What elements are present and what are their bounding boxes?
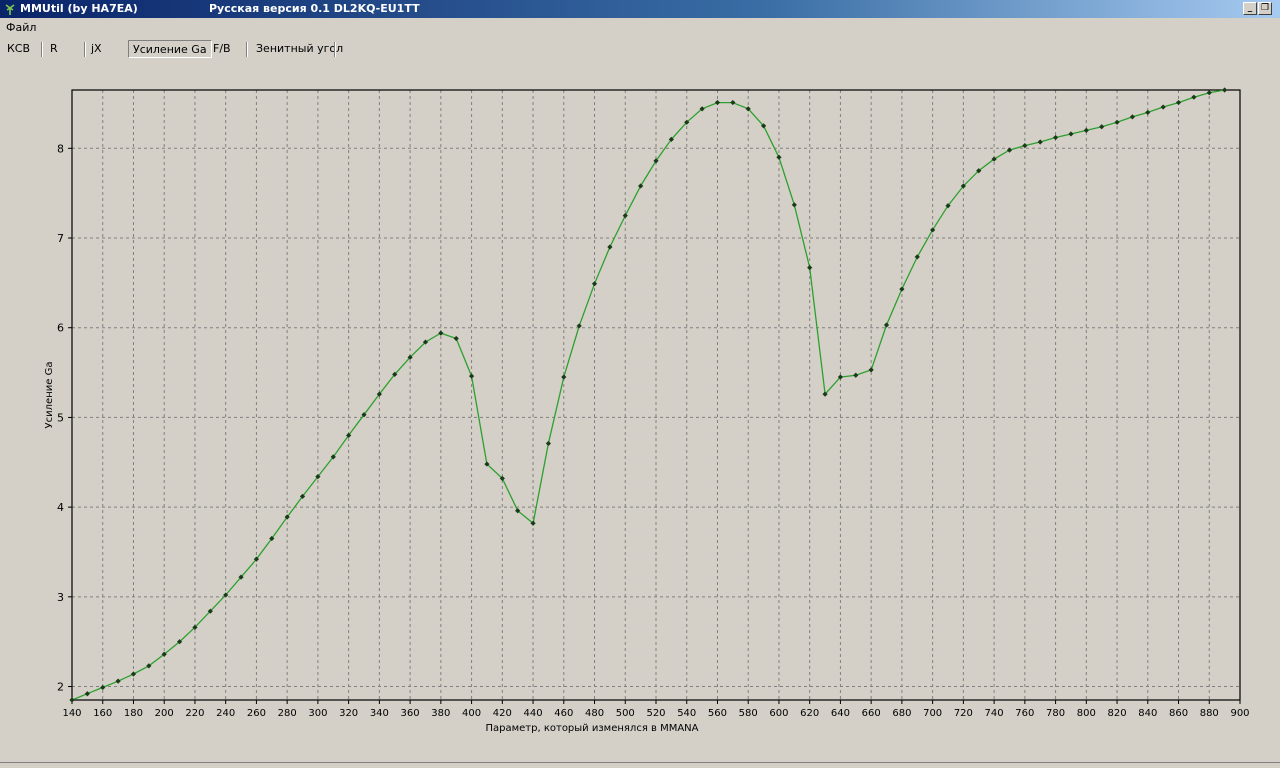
x-tick-label: 340 — [370, 708, 389, 719]
title-bar[interactable]: MMUtil (by HA7EA) Русская версия 0.1 DL2… — [0, 0, 1280, 18]
y-tick-label: 6 — [57, 322, 64, 335]
window-subtitle: Русская версия 0.1 DL2KQ-EU1TT — [209, 2, 420, 15]
x-tick-label: 560 — [708, 708, 727, 719]
x-tick-label: 900 — [1230, 708, 1249, 719]
x-tick-label: 160 — [93, 708, 112, 719]
y-tick-label: 8 — [57, 142, 64, 155]
x-tick-label: 500 — [616, 708, 635, 719]
tab-bar: КСВ R jX Усиление Ga F/B Зенитный угол — [0, 38, 1280, 60]
x-tick-label: 740 — [985, 708, 1004, 719]
tab-r[interactable]: R — [50, 40, 58, 58]
x-tick-label: 320 — [339, 708, 358, 719]
x-tick-label: 800 — [1077, 708, 1096, 719]
x-tick-label: 600 — [769, 708, 788, 719]
x-tick-label: 860 — [1169, 708, 1188, 719]
x-tick-label: 180 — [124, 708, 143, 719]
gain-chart[interactable]: 140 160 180 200 220 240 260 280 300 320 340 360 380 4… — [0, 60, 1280, 760]
x-tick-label: 460 — [554, 708, 573, 719]
x-tick-label: 380 — [431, 708, 450, 719]
menu-bar: Файл — [0, 19, 1280, 35]
x-tick-label: 140 — [62, 708, 81, 719]
y-tick-label: 2 — [57, 681, 64, 694]
x-tick-label: 620 — [800, 708, 819, 719]
x-tick-label: 220 — [185, 708, 204, 719]
y-axis-label: Усиление Ga — [44, 362, 55, 429]
x-tick-label: 200 — [155, 708, 174, 719]
y-tick-label: 4 — [57, 501, 64, 514]
x-tick-label: 660 — [862, 708, 881, 719]
tab-jx[interactable]: jX — [91, 40, 102, 58]
tab-gain[interactable]: Усиление Ga — [128, 40, 212, 58]
tab-separator — [84, 42, 86, 57]
x-tick-label: 640 — [831, 708, 850, 719]
x-tick-label: 260 — [247, 708, 266, 719]
x-tick-label: 440 — [524, 708, 543, 719]
x-tick-label: 760 — [1015, 708, 1034, 719]
x-tick-label: 780 — [1046, 708, 1065, 719]
tab-elevation[interactable]: Зенитный угол — [256, 40, 343, 58]
x-tick-label: 480 — [585, 708, 604, 719]
minimize-button[interactable]: _ — [1243, 2, 1257, 15]
x-tick-label: 360 — [401, 708, 420, 719]
x-tick-label: 520 — [646, 708, 665, 719]
y-tick-label: 3 — [57, 591, 64, 604]
x-tick-label: 280 — [278, 708, 297, 719]
tab-swr[interactable]: КСВ — [7, 40, 30, 58]
tab-separator — [246, 42, 248, 57]
chart-area: 140 160 180 200 220 240 260 280 300 320 340 360 380 4… — [0, 60, 1280, 760]
x-tick-label: 820 — [1108, 708, 1127, 719]
app-title: MMUtil (by HA7EA) — [20, 2, 138, 15]
tab-separator — [334, 42, 336, 57]
y-tick-label: 7 — [57, 232, 64, 245]
x-axis-label: Параметр, который изменялся в MMANA — [485, 723, 698, 734]
x-tick-label: 580 — [739, 708, 758, 719]
y-tick-label: 5 — [57, 411, 64, 424]
x-tick-label: 400 — [462, 708, 481, 719]
tab-separator — [41, 42, 43, 57]
x-tick-label: 700 — [923, 708, 942, 719]
x-tick-label: 240 — [216, 708, 235, 719]
main-window: MMUtil (by HA7EA) Русская версия 0.1 DL2… — [0, 0, 1280, 768]
menu-file[interactable]: Файл — [6, 21, 36, 34]
x-tick-label: 840 — [1138, 708, 1157, 719]
x-tick-label: 420 — [493, 708, 512, 719]
x-tick-label: 720 — [954, 708, 973, 719]
x-tick-label: 300 — [308, 708, 327, 719]
x-tick-label: 540 — [677, 708, 696, 719]
x-tick-label: 880 — [1200, 708, 1219, 719]
x-tick-label: 680 — [892, 708, 911, 719]
restore-button[interactable]: ❐ — [1258, 2, 1272, 15]
tab-fb[interactable]: F/B — [213, 40, 231, 58]
antenna-icon — [5, 4, 15, 15]
bottom-divider — [0, 762, 1280, 763]
